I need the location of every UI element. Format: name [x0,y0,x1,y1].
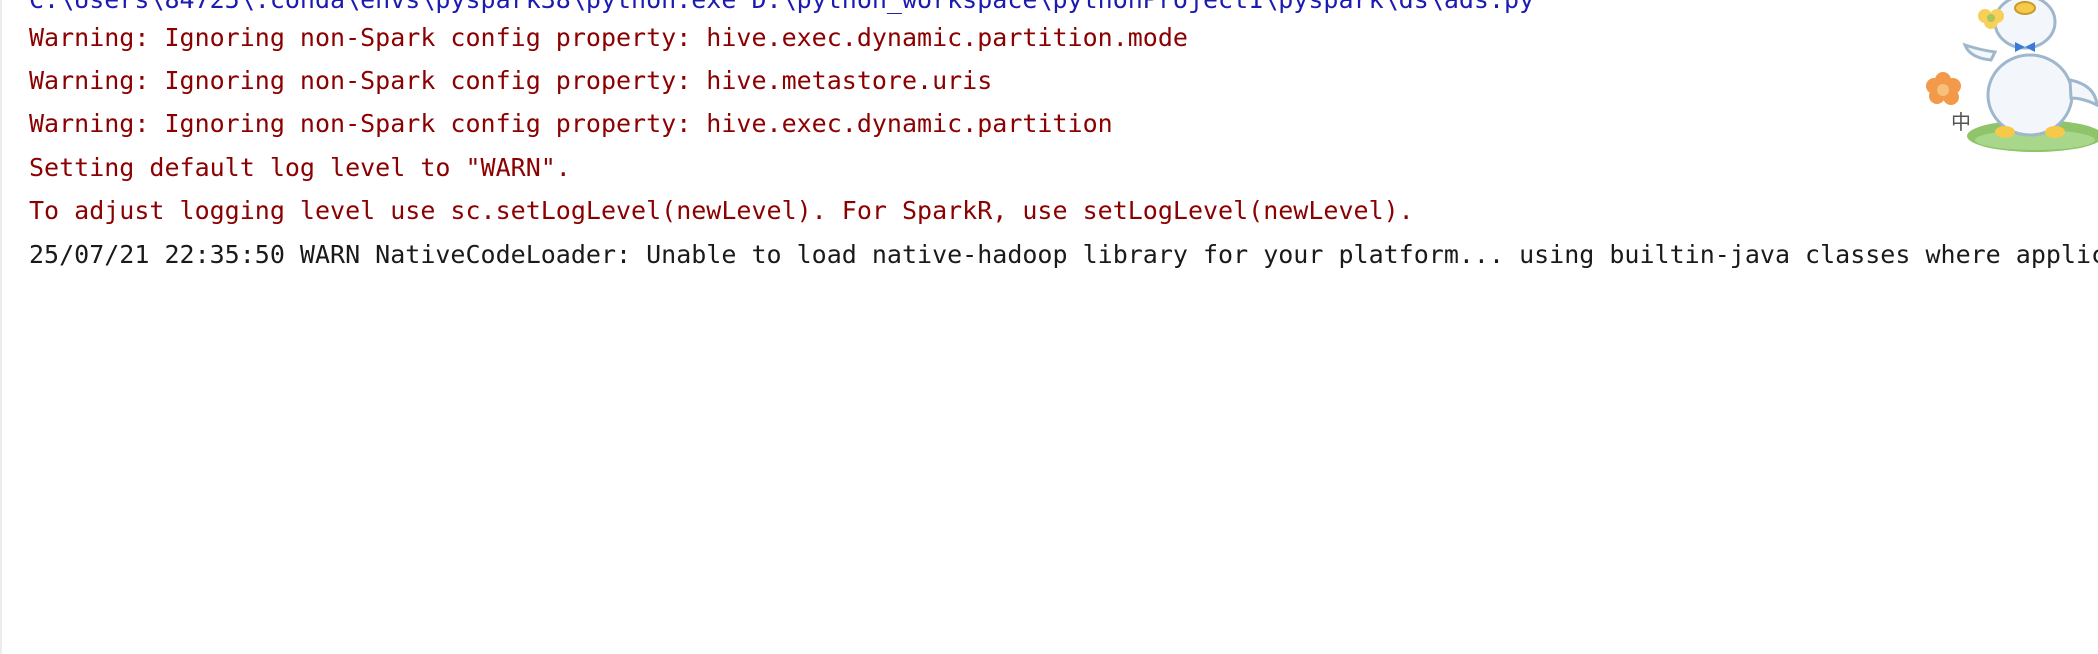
console-line-warning-dynamic-partition: Warning: Ignoring non-Spark config prope… [29,109,1113,138]
mascot-badge-char: 中 [1951,110,1971,134]
duck-mascot-icon[interactable]: 中 [1925,0,2098,160]
console-line-native-code-loader: 25/07/21 22:35:50 WARN NativeCodeLoader:… [29,240,2098,269]
mascot-body [1986,53,2074,137]
orange-flower-icon [1926,72,1961,105]
console-line-warning-metastore-uris: Warning: Ignoring non-Spark config prope… [29,66,993,95]
console-left-gutter [0,0,2,654]
console-line-adjust-logging: To adjust logging level use sc.setLogLev… [29,196,1414,225]
console-line-warning-partition-mode: Warning: Ignoring non-Spark config prope… [29,23,1188,52]
run-console-output[interactable]: C:\Users\84725\.conda\envs\pyspark38\pyt… [0,0,2098,654]
console-line-log-level: Setting default log level to "WARN". [29,153,571,182]
